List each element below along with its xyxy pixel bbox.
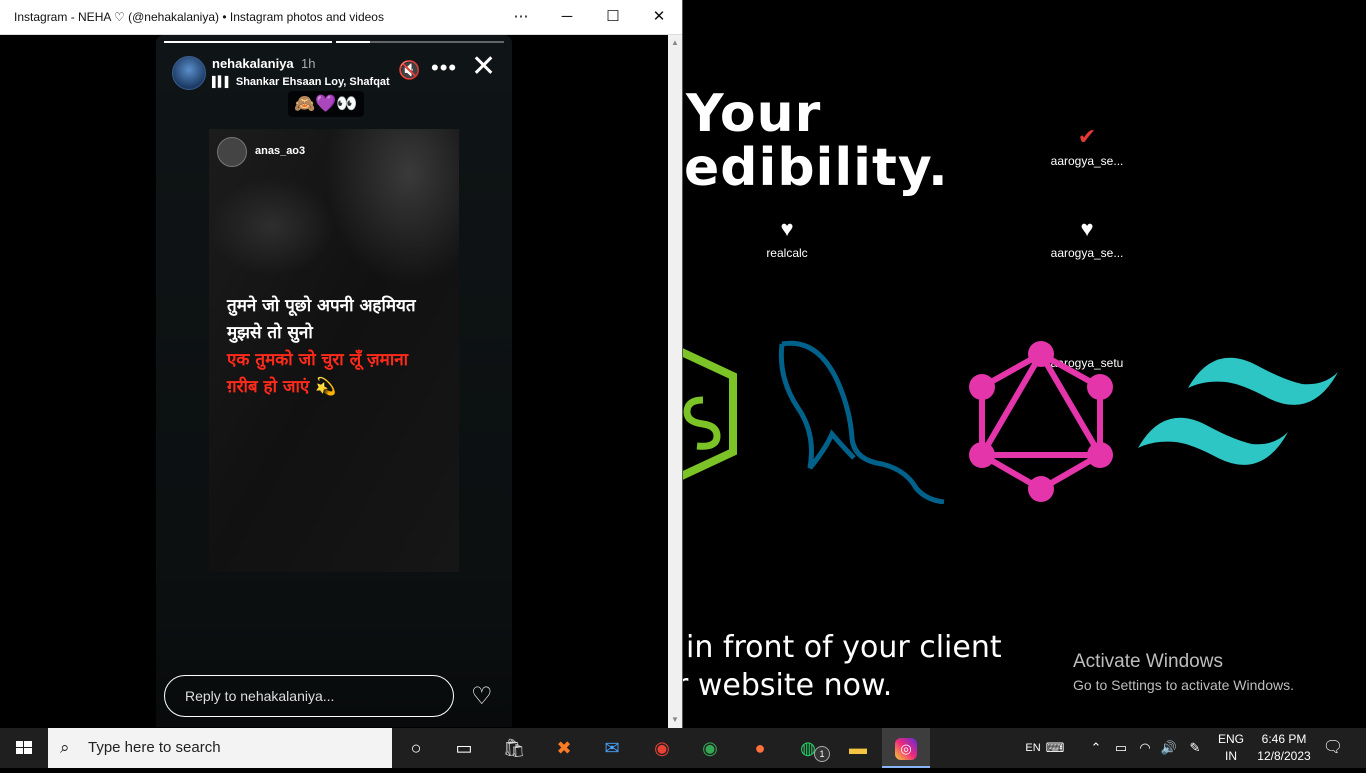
taskbar-whatsapp[interactable]: ◍ 1	[784, 728, 832, 768]
xampp-icon: ✖	[556, 738, 572, 758]
desktop-icon-realcalc[interactable]: ♥ realcalc	[742, 212, 832, 260]
volume-icon[interactable]: 🔊	[1158, 728, 1180, 768]
cortana-button[interactable]: ○	[392, 728, 440, 768]
windows-logo-icon	[16, 741, 32, 754]
search-icon: ⌕	[60, 738, 70, 757]
wallpaper-heading-1: Your	[686, 84, 822, 144]
story-viewer: nehakalaniya 1h ▌▍▌ Shankar Ehsaan Loy, S…	[156, 35, 512, 727]
taskbar-file-explorer[interactable]: ▬	[834, 728, 882, 768]
window-scrollbar[interactable]: ▲ ▼	[668, 35, 682, 728]
start-button[interactable]	[0, 728, 48, 768]
instagram-icon: ◎	[895, 738, 917, 761]
battery-icon[interactable]: ▭	[1110, 728, 1132, 768]
repost-avatar[interactable]	[217, 137, 247, 167]
store-icon: 🛍	[502, 738, 526, 758]
close-story-icon[interactable]: ✕	[471, 52, 496, 82]
scroll-down-arrow-icon[interactable]: ▼	[671, 715, 679, 724]
reposted-post[interactable]: anas_ao3 तुमने जो पूछो अपनी अहमियत मुझसे…	[209, 129, 459, 572]
clock[interactable]: 6:46 PM 12/8/2023	[1254, 731, 1314, 765]
taskbar-instagram[interactable]: ◎	[882, 728, 930, 768]
window-title: Instagram - NEHA ♡ (@nehakalaniya) • Ins…	[14, 10, 384, 24]
repost-username[interactable]: anas_ao3	[255, 145, 305, 157]
maximize-button[interactable]: ☐	[590, 0, 636, 34]
heart-check-icon: ♥	[780, 216, 794, 241]
keyboard-icon[interactable]: ⌨	[1044, 728, 1066, 768]
language-code: ENG	[1218, 732, 1245, 746]
story-progress-fill	[164, 41, 332, 43]
activate-title: Activate Windows	[1073, 651, 1223, 672]
quote-line-4: ग़रीब हो जाएं 💫	[227, 377, 337, 397]
story-time: 1h	[301, 56, 316, 71]
scroll-up-arrow-icon[interactable]: ▲	[671, 38, 679, 47]
taskbar-xampp[interactable]: ✖	[540, 728, 588, 768]
close-window-button[interactable]: ✕	[636, 0, 682, 34]
minimize-button[interactable]: ─	[544, 0, 590, 34]
taskbar-mail[interactable]: ✉	[588, 728, 636, 768]
show-hidden-icons-icon[interactable]: ⌃	[1086, 728, 1106, 768]
folder-icon: ▬	[849, 738, 867, 758]
story-avatar[interactable]	[172, 56, 206, 90]
instagram-window: Instagram - NEHA ♡ (@nehakalaniya) • Ins…	[0, 0, 683, 728]
task-view-button[interactable]: ▭	[440, 728, 488, 768]
mysql-logo	[778, 340, 945, 504]
story-progress-1	[164, 41, 332, 43]
wifi-icon[interactable]: ◠	[1134, 728, 1156, 768]
clock-time: 6:46 PM	[1261, 732, 1307, 746]
graphql-logo	[969, 341, 1113, 502]
quote-line-1: तुमने जो पूछो अपनी अहमियत	[227, 296, 416, 316]
notification-center-icon[interactable]: 🗨	[1318, 728, 1348, 768]
mute-icon[interactable]: 🔇	[398, 60, 420, 81]
quote-line-3: एक तुमको जो चुरा लूँ ज़माना	[227, 350, 409, 370]
reply-input[interactable]: Reply to nehakalaniya...	[164, 675, 454, 717]
cortana-icon: ○	[410, 738, 422, 758]
task-view-icon: ▭	[455, 738, 473, 758]
music-artist: Shankar Ehsaan Loy, Shafqat	[235, 76, 390, 88]
whatsapp-badge: 1	[814, 746, 830, 762]
wallpaper-tagline-2: r website now.	[676, 668, 893, 703]
desktop-icon-aarogya-2[interactable]: ♥ aarogya_se...	[1042, 212, 1132, 260]
check-icon: ✔	[1077, 124, 1097, 149]
pen-icon[interactable]: ✎	[1184, 728, 1206, 768]
activate-subtitle: Go to Settings to activate Windows.	[1073, 677, 1294, 693]
activate-windows-watermark: Activate Windows Go to Settings to activ…	[1073, 651, 1294, 693]
desktop-icon-label: aarogya_se...	[1050, 154, 1124, 168]
firefox-icon: ●	[754, 738, 766, 758]
wallpaper-heading-2: edibility.	[684, 138, 949, 198]
taskbar: ⌕ Type here to search ○ ▭ 🛍 ✖ ✉ ◉ ◉ ● ◍ …	[0, 728, 1366, 768]
title-bar[interactable]: Instagram - NEHA ♡ (@nehakalaniya) • Ins…	[0, 0, 682, 35]
nodejs-logo	[683, 348, 737, 480]
heart-icon: ♥	[1080, 216, 1094, 241]
wallpaper-tagline-1: in front of your client	[686, 630, 1002, 665]
ime-indicator[interactable]: EN	[1022, 728, 1044, 768]
taskbar-firefox[interactable]: ●	[736, 728, 784, 768]
like-heart-icon[interactable]: ♡	[471, 682, 493, 711]
search-placeholder: Type here to search	[88, 739, 221, 756]
window-more-button[interactable]: ⋯	[498, 0, 544, 34]
story-progress-2	[336, 41, 504, 43]
mail-icon: ✉	[604, 738, 620, 758]
desktop-icon-label: realcalc	[766, 246, 808, 260]
chrome-icon: ◉	[654, 738, 670, 758]
desktop-icon-aarogya-1[interactable]: ✔ aarogya_se...	[1042, 120, 1132, 168]
story-progress-fill	[336, 41, 370, 43]
tailwind-logo	[1138, 357, 1338, 465]
taskbar-search[interactable]: ⌕ Type here to search	[48, 728, 392, 768]
audio-bars-icon: ▌▍▌	[212, 77, 232, 88]
taskbar-chrome-profile[interactable]: ◉	[686, 728, 734, 768]
desktop-icon-label: aarogya_se...	[1050, 246, 1124, 260]
taskbar-store[interactable]: 🛍	[490, 728, 538, 768]
taskbar-chrome[interactable]: ◉	[638, 728, 686, 768]
language-region: IN	[1225, 749, 1237, 763]
story-username[interactable]: nehakalaniya	[212, 56, 294, 71]
chrome-profile-icon: ◉	[702, 738, 718, 758]
clock-date: 12/8/2023	[1257, 749, 1311, 763]
more-options-icon[interactable]: •••	[431, 55, 457, 81]
emoji-sticker: 🙈💜👀	[288, 91, 364, 117]
quote-line-2: मुझसे तो सुनो	[227, 323, 313, 343]
story-music[interactable]: ▌▍▌ Shankar Ehsaan Loy, Shafqat	[212, 76, 390, 88]
language-indicator[interactable]: ENG IN	[1218, 731, 1244, 765]
